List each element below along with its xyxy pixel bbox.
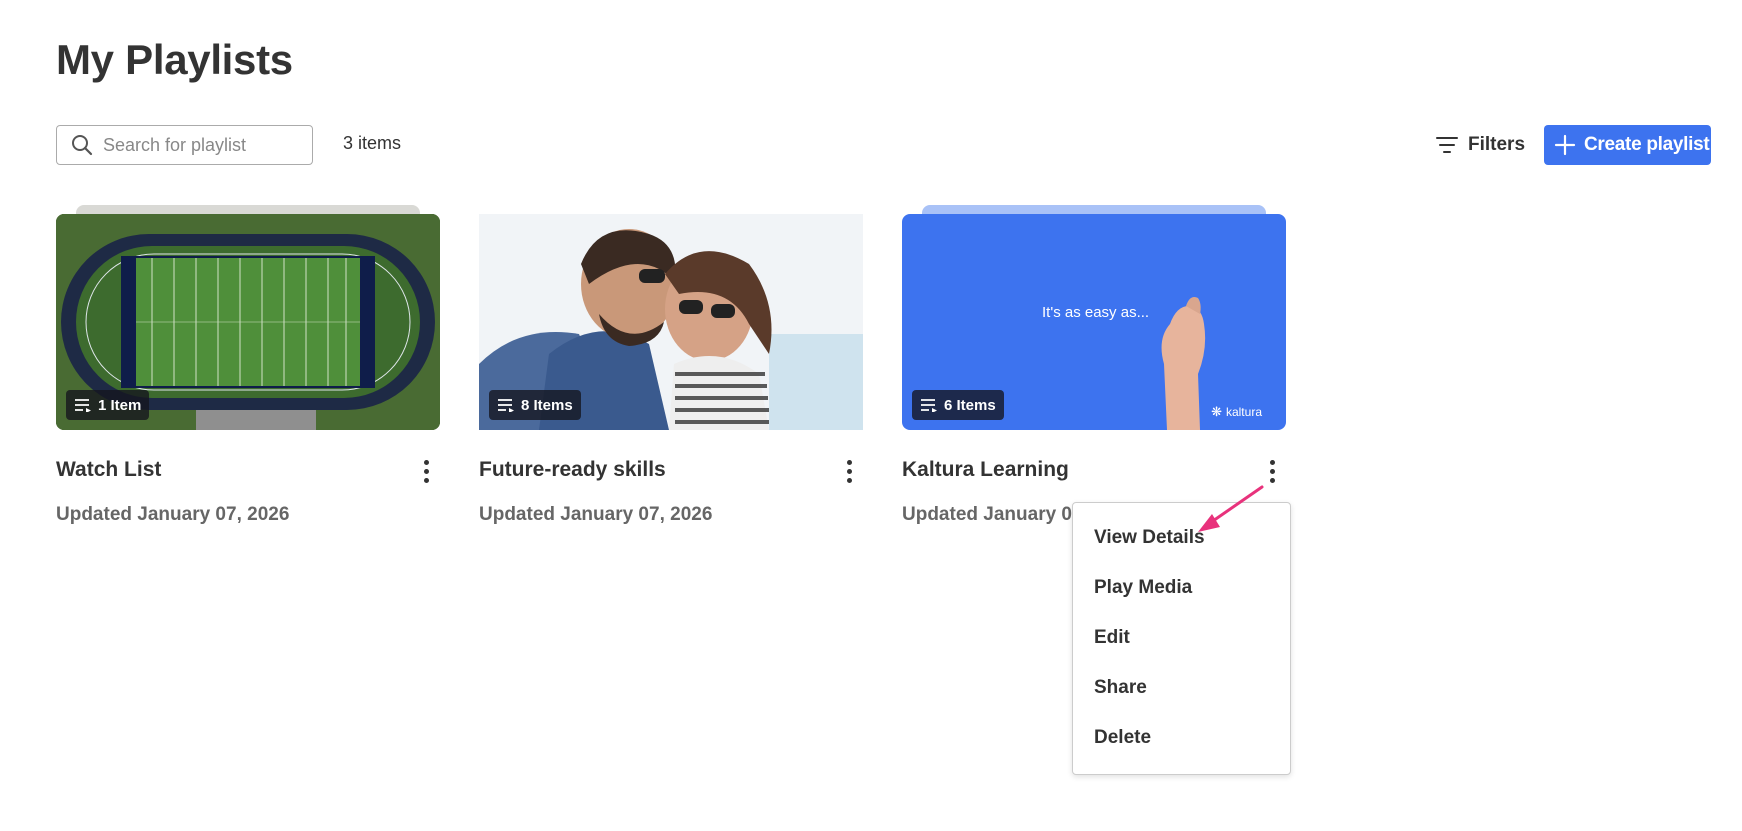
menu-item-play-media[interactable]: Play Media xyxy=(1073,563,1290,613)
kaltura-logo-text: kaltura xyxy=(1225,405,1262,419)
playlist-actions-menu: View Details Play Media Edit Share Delet… xyxy=(1072,502,1291,775)
more-vertical-icon[interactable] xyxy=(1258,456,1286,486)
item-count-badge: 8 Items xyxy=(489,390,581,420)
menu-item-view-details[interactable]: View Details xyxy=(1073,513,1290,563)
menu-item-delete[interactable]: Delete xyxy=(1073,713,1290,763)
item-count-badge: 1 Item xyxy=(66,390,150,420)
thumbnail-image: 8 Items xyxy=(479,214,863,430)
playlist-icon xyxy=(498,399,514,412)
playlist-thumbnail[interactable]: 1 Item xyxy=(56,205,440,430)
playlist-title[interactable]: Watch List xyxy=(56,458,161,482)
playlist-thumbnail[interactable]: 8 Items xyxy=(479,205,863,430)
create-playlist-button[interactable]: Create playlist xyxy=(1544,125,1711,165)
thumbnail-image: 1 Item xyxy=(56,214,440,430)
kaltura-logo: ❋ kaltura xyxy=(1211,404,1262,420)
more-vertical-icon[interactable] xyxy=(412,456,440,486)
kaltura-logo-mark: ❋ xyxy=(1211,404,1222,419)
filters-label: Filters xyxy=(1468,134,1526,155)
search-icon xyxy=(72,135,93,156)
menu-item-share[interactable]: Share xyxy=(1073,663,1290,713)
page-title: My Playlists xyxy=(56,36,293,83)
search-input[interactable] xyxy=(103,134,303,156)
item-count: 3 items xyxy=(343,133,402,153)
filters-button[interactable]: Filters xyxy=(1436,125,1525,165)
badge-label: 8 Items xyxy=(521,396,573,414)
badge-label: 1 Item xyxy=(98,396,142,414)
search-box[interactable] xyxy=(56,125,313,165)
thumbnail-image: It's as easy as... ❋ kaltura 6 Items xyxy=(902,214,1286,430)
playlist-icon xyxy=(75,399,91,412)
plus-icon xyxy=(1554,134,1576,156)
playlist-title[interactable]: Kaltura Learning xyxy=(902,458,1069,482)
playlist-icon xyxy=(921,399,937,412)
playlist-card[interactable]: 1 Item Watch List Updated January 07, 20… xyxy=(56,205,440,525)
more-vertical-icon[interactable] xyxy=(835,456,863,486)
badge-label: 6 Items xyxy=(944,396,996,414)
filter-lines-icon xyxy=(1436,137,1458,153)
item-count-badge: 6 Items xyxy=(912,390,1004,420)
playlist-card[interactable]: It's as easy as... ❋ kaltura 6 Items Kal… xyxy=(902,205,1286,525)
playlist-updated-date: Updated January 07, 2026 xyxy=(56,504,290,525)
create-playlist-label: Create playlist xyxy=(1584,134,1710,155)
playlist-title[interactable]: Future-ready skills xyxy=(479,458,666,482)
playlist-thumbnail[interactable]: It's as easy as... ❋ kaltura 6 Items xyxy=(902,205,1286,430)
menu-item-edit[interactable]: Edit xyxy=(1073,613,1290,663)
playlist-updated-date: Updated January 07, 2026 xyxy=(479,504,713,525)
playlist-card[interactable]: 8 Items Future-ready skills Updated Janu… xyxy=(479,205,863,525)
